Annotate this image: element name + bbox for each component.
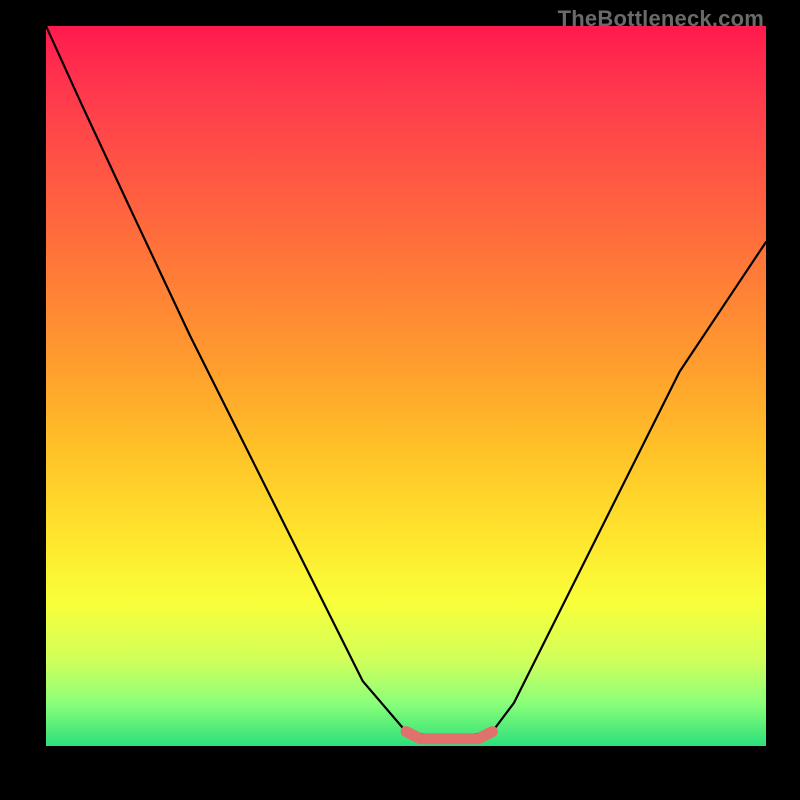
optimal-marker-path <box>406 732 492 739</box>
chart-container: TheBottleneck.com <box>0 0 800 800</box>
plot-area <box>46 26 766 746</box>
bottleneck-curve-path <box>46 26 766 735</box>
curve-svg <box>46 26 766 746</box>
